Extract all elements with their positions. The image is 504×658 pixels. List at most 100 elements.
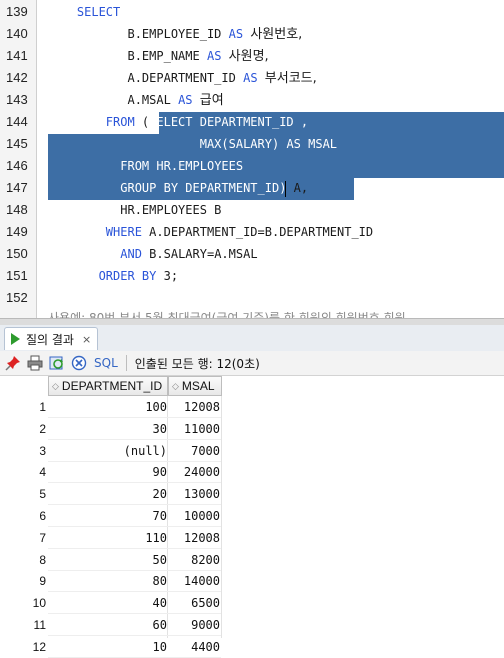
- cell-department-id[interactable]: 60: [48, 614, 167, 636]
- keyword-from: FROM: [105, 115, 135, 129]
- cell-department-id[interactable]: 110: [48, 527, 167, 549]
- fetch-status-text: 인출된 모든 행: 12(0초): [134, 356, 260, 371]
- keyword-select: SELECT: [76, 5, 121, 19]
- line-number: 142: [6, 70, 28, 85]
- column-alias: 부서코드,: [264, 71, 317, 86]
- table-row[interactable]: 2 30 11000: [0, 418, 222, 440]
- column-alias: 급여: [199, 93, 224, 108]
- row-number: 3: [39, 443, 46, 458]
- cell-msal[interactable]: 11000: [168, 418, 220, 440]
- pin-icon[interactable]: [4, 354, 22, 372]
- cell-msal[interactable]: 24000: [168, 461, 220, 483]
- cell-department-id[interactable]: 90: [48, 461, 167, 483]
- table-row[interactable]: 8 50 8200: [0, 549, 222, 571]
- row-number: 8: [39, 552, 46, 567]
- cell-department-id[interactable]: (null): [48, 440, 167, 462]
- refresh-sql-icon[interactable]: [48, 354, 66, 372]
- results-grid[interactable]: ◇ DEPARTMENT_ID ◇ MSAL 1 100 12008 2 30 11000…: [0, 376, 504, 658]
- cell-msal[interactable]: 13000: [168, 483, 220, 505]
- toolbar-separator: [125, 355, 127, 371]
- cell-department-id[interactable]: 20: [48, 483, 167, 505]
- cell-msal[interactable]: 10000: [168, 505, 220, 527]
- line-number: 148: [6, 202, 28, 217]
- cell-msal[interactable]: 12008: [168, 527, 220, 549]
- code-line: B.EMP_NAME AS 사원명,: [48, 45, 504, 67]
- row-number: 11: [33, 618, 46, 632]
- code-line: AND B.SALARY=A.MSAL: [48, 243, 504, 265]
- cell-department-id[interactable]: 80: [48, 570, 167, 592]
- code-token: MSAL: [308, 137, 338, 151]
- column-alias: 사원명,: [228, 49, 269, 64]
- code-line: MAX(SALARY) AS MSAL: [48, 133, 504, 155]
- code-token: A,: [286, 181, 309, 195]
- column-header-msal[interactable]: ◇ MSAL: [168, 376, 222, 396]
- code-token: B.EMPLOYEE_ID: [127, 27, 222, 41]
- results-tab-bar: 질의 결과 ×: [0, 325, 504, 351]
- code-line: FROM (SELECT DEPARTMENT_ID ,: [48, 111, 504, 133]
- row-number: 1: [39, 400, 46, 414]
- code-line: A.MSAL AS 급여: [48, 89, 504, 111]
- code-line: GROUP BY DEPARTMENT_ID) A,: [48, 177, 504, 199]
- cell-department-id[interactable]: 30: [48, 418, 167, 440]
- row-number: 10: [32, 596, 46, 611]
- line-number: 140: [6, 26, 28, 41]
- line-number: 146: [6, 158, 28, 173]
- cell-msal[interactable]: 8200: [168, 549, 220, 571]
- table-row[interactable]: 9 80 14000: [0, 570, 222, 593]
- column-header-label: MSAL: [181, 379, 215, 393]
- sql-editor[interactable]: 139 140 141 142 143 144 145 146 147 148 …: [0, 0, 504, 318]
- code-line: ORDER BY 3;: [48, 265, 504, 287]
- table-row[interactable]: 1 100 12008: [0, 396, 222, 418]
- cell-msal[interactable]: 7000: [168, 440, 220, 462]
- row-number: 5: [39, 487, 46, 502]
- cancel-query-icon[interactable]: [70, 354, 88, 372]
- line-number: 145: [6, 136, 28, 151]
- line-number: 152: [6, 290, 28, 305]
- line-number-gutter: 139 140 141 142 143 144 145 146 147 148 …: [0, 0, 37, 318]
- cell-msal[interactable]: 12008: [168, 396, 220, 418]
- keyword-from: FROM: [120, 159, 150, 173]
- code-line: SELECT: [48, 1, 504, 23]
- line-number: 143: [6, 92, 28, 107]
- sort-icon: ◇: [172, 380, 179, 391]
- line-number: 150: [6, 246, 28, 261]
- line-number: 139: [6, 4, 28, 19]
- cell-msal[interactable]: 9000: [168, 614, 220, 636]
- table-row[interactable]: 11 60 9000: [0, 614, 222, 636]
- line-number: 147: [6, 180, 28, 195]
- sql-link[interactable]: SQL: [94, 356, 118, 370]
- print-icon[interactable]: [26, 354, 44, 372]
- keyword-order-by: ORDER BY: [98, 269, 157, 283]
- table-row[interactable]: 5 20 13000: [0, 483, 222, 506]
- code-token: A.MSAL: [127, 93, 171, 107]
- keyword-as: AS: [206, 49, 222, 63]
- cell-department-id[interactable]: 50: [48, 549, 167, 571]
- keyword-where: WHERE: [105, 225, 142, 239]
- column-header-department-id[interactable]: ◇ DEPARTMENT_ID: [48, 376, 168, 396]
- close-icon[interactable]: ×: [82, 333, 91, 346]
- table-row[interactable]: 3 (null) 7000: [0, 440, 222, 462]
- line-number: 141: [6, 48, 28, 63]
- row-number: 4: [39, 465, 46, 480]
- keyword-group-by: GROUP BY: [120, 181, 179, 195]
- cell-department-id[interactable]: 40: [48, 592, 167, 614]
- tab-query-result[interactable]: 질의 결과 ×: [4, 327, 99, 350]
- code-line: B.EMPLOYEE_ID AS 사원번호,: [48, 23, 504, 45]
- table-row[interactable]: 10 40 6500: [0, 592, 222, 615]
- row-number: 9: [39, 574, 46, 589]
- row-number: 6: [39, 509, 46, 523]
- tab-label: 질의 결과: [26, 332, 74, 347]
- code-token: B.SALARY=A.MSAL: [149, 247, 258, 261]
- cell-msal[interactable]: 6500: [168, 592, 220, 614]
- code-token: A.DEPARTMENT_ID: [127, 71, 236, 85]
- table-row[interactable]: 4 90 24000: [0, 461, 222, 484]
- results-toolbar: SQL 인출된 모든 행: 12(0초): [0, 351, 504, 376]
- cell-msal[interactable]: 14000: [168, 570, 220, 592]
- code-token: HR.EMPLOYEES B: [120, 203, 222, 217]
- table-row[interactable]: 7 110 12008: [0, 527, 222, 549]
- cell-department-id[interactable]: 70: [48, 505, 167, 527]
- table-row[interactable]: 6 70 10000: [0, 505, 222, 527]
- keyword-as: AS: [228, 27, 244, 41]
- cell-department-id[interactable]: 100: [48, 396, 167, 418]
- code-token: 3;: [163, 269, 179, 283]
